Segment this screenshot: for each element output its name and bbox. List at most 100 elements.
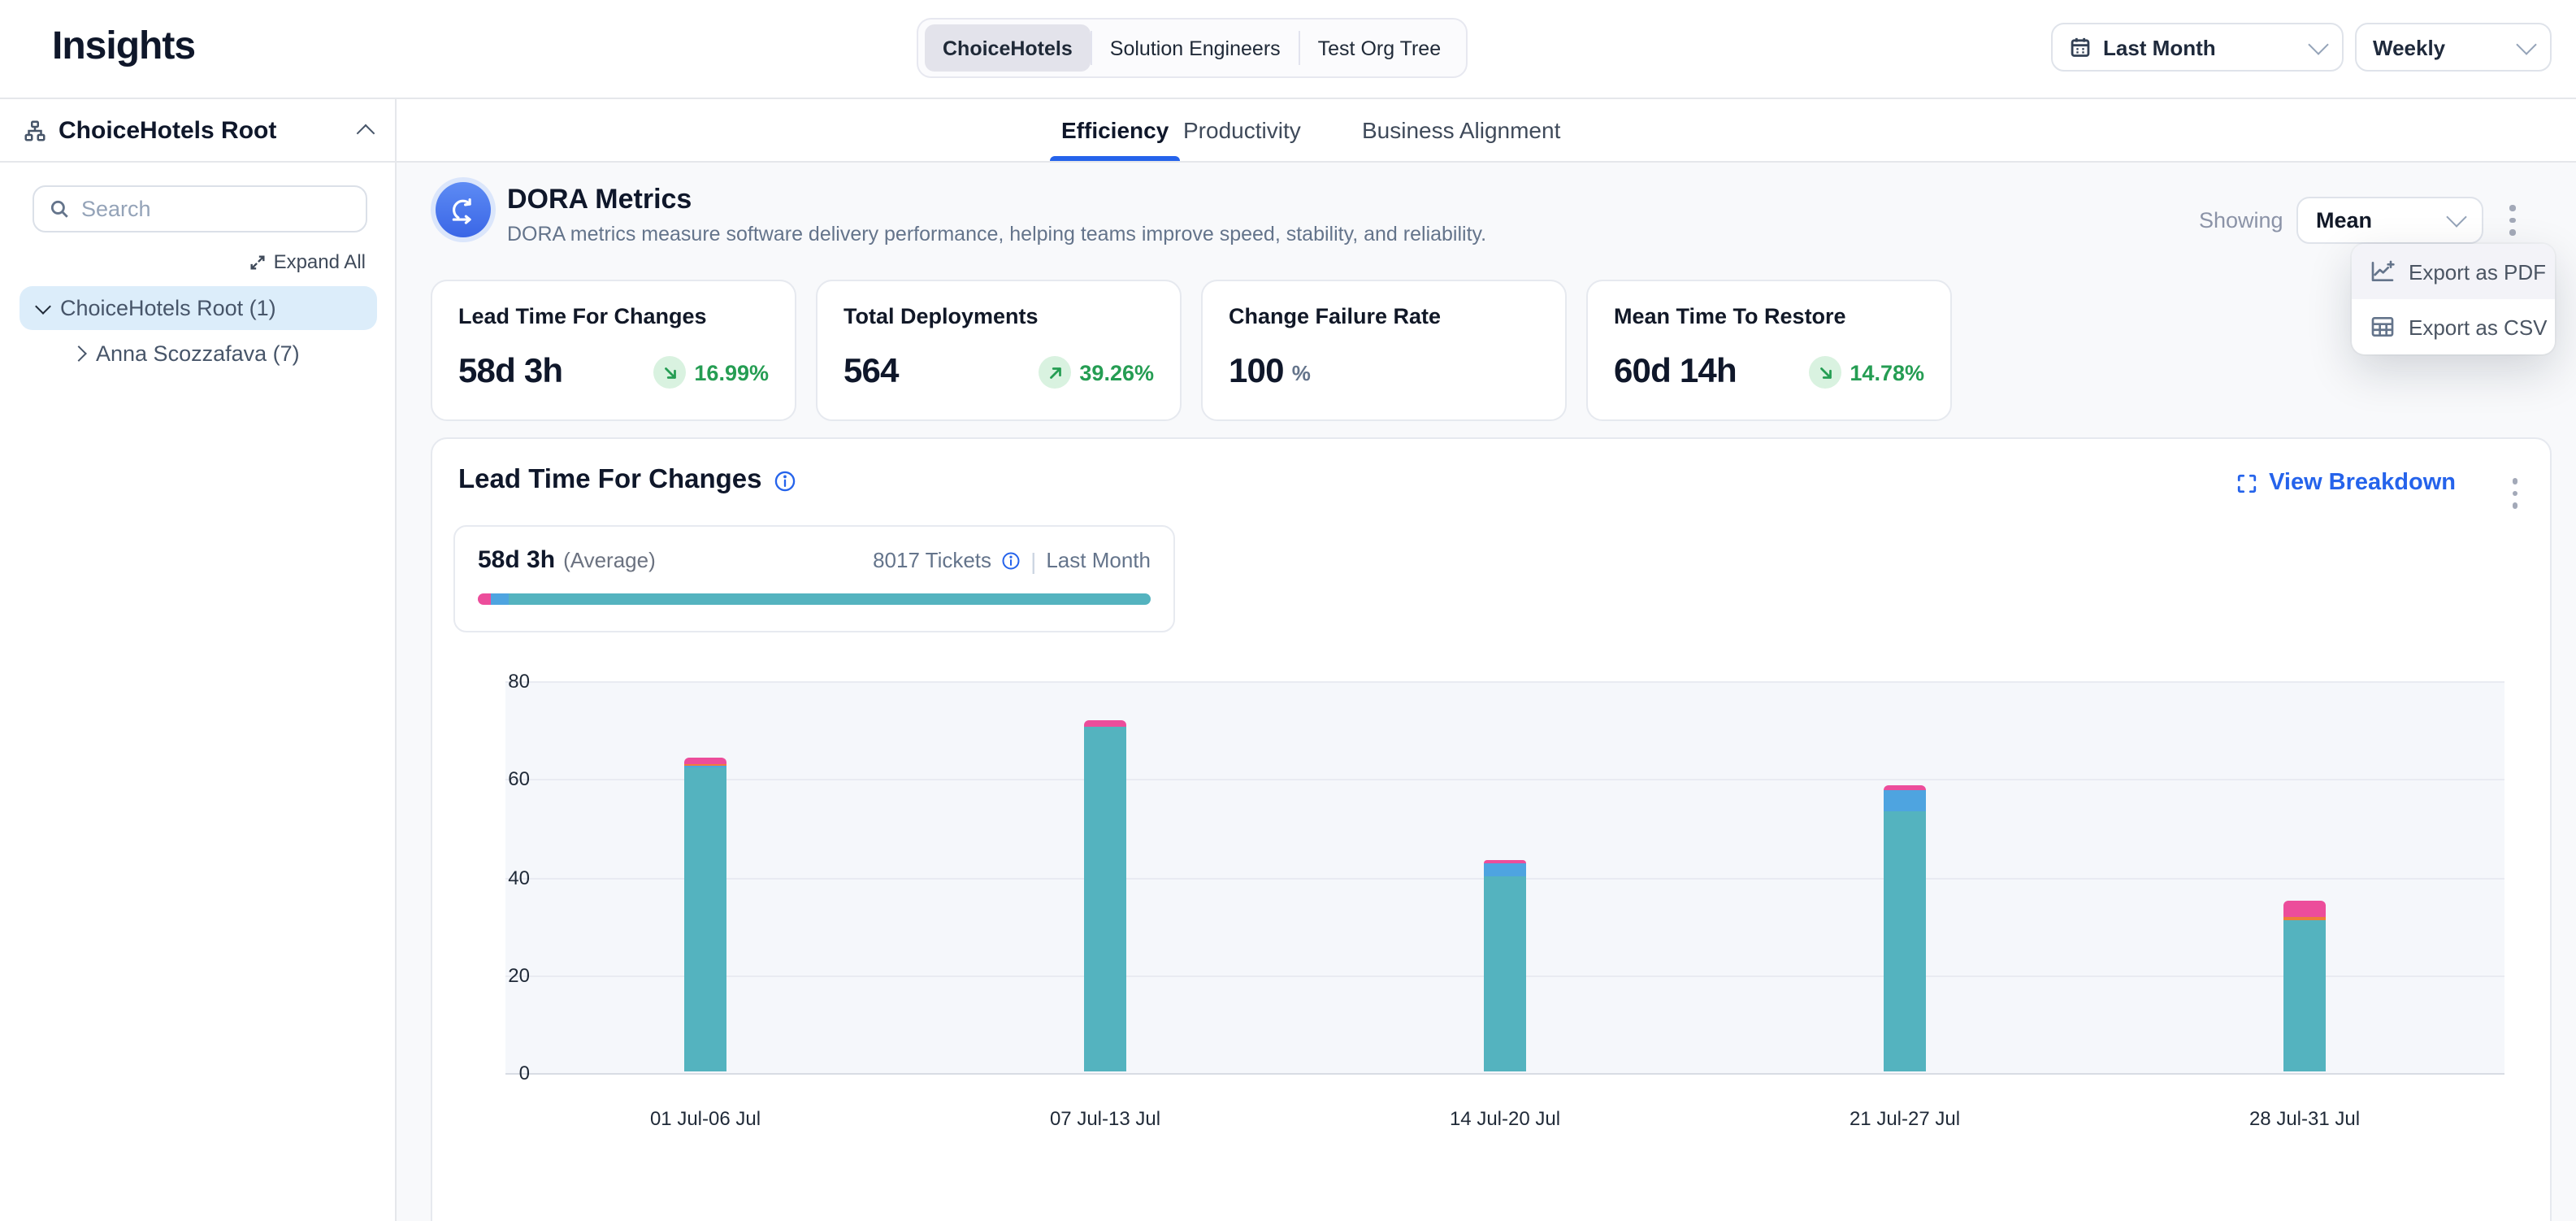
bar-segment-review — [1884, 790, 1926, 812]
table-icon — [2370, 314, 2396, 340]
granularity-dropdown[interactable]: Weekly — [2355, 23, 2552, 72]
y-axis-tick: 20 — [465, 964, 530, 987]
x-axis-label: 14 Jul-20 Jul — [1450, 1107, 1560, 1130]
metric-cards-row: Lead Time For Changes 58d 3h 16.99% Tota… — [431, 280, 1952, 421]
view-breakdown-button[interactable]: View Breakdown — [2236, 470, 2456, 496]
bar-segment-deployment — [1884, 812, 1926, 1071]
metric-card-mean-time-to-restore: Mean Time To Restore 60d 14h 14.78% — [1586, 280, 1952, 421]
chart-plot-wrap: 01 Jul-06 Jul07 Jul-13 Jul14 Jul-20 Jul2… — [432, 668, 2553, 1156]
bar-segment-deployment — [1084, 726, 1126, 1071]
bar-21-jul-27-jul[interactable] — [1884, 785, 1926, 1071]
view-breakdown-label: View Breakdown — [2269, 470, 2456, 496]
tree-item-label: Anna Scozzafava (7) — [96, 341, 300, 366]
aggregation-dropdown[interactable]: Mean — [2296, 197, 2483, 244]
trend-up-icon — [1039, 356, 1071, 389]
chart-menu-button[interactable] — [2505, 471, 2524, 515]
org-tab-test-org-tree[interactable]: Test Org Tree — [1300, 24, 1459, 72]
progress-segment-review — [492, 593, 509, 605]
date-range-dropdown[interactable]: Last Month — [2051, 23, 2344, 72]
tree-item-anna-scozzafava[interactable]: Anna Scozzafava (7) — [20, 332, 377, 376]
expand-all-label: Expand All — [274, 250, 366, 273]
metric-card-lead-time: Lead Time For Changes 58d 3h 16.99% — [431, 280, 796, 421]
bar-segment-planning — [1884, 785, 1926, 791]
metric-card-total-deployments: Total Deployments 564 39.26% — [816, 280, 1182, 421]
bar-segment-planning — [1084, 721, 1126, 727]
plot-area — [505, 681, 2504, 1073]
bar-segment-deployment — [1484, 876, 1526, 1071]
tree-item-choicehotels-root[interactable]: ChoiceHotels Root (1) — [20, 286, 377, 330]
calendar-icon — [2069, 36, 2092, 59]
bar-segment-deployment — [2283, 919, 2326, 1071]
tab-productivity[interactable]: Productivity — [1183, 99, 1301, 161]
menu-item-export-pdf[interactable]: Export as PDF — [2352, 244, 2555, 299]
x-axis-label: 01 Jul-06 Jul — [650, 1107, 761, 1130]
trend-badge: 39.26% — [1039, 356, 1154, 389]
bar-segment-planning — [2283, 901, 2326, 917]
progress-segment-deployment — [508, 593, 1151, 605]
bar-07-jul-13-jul[interactable] — [1084, 721, 1126, 1071]
trend-badge: 16.99% — [653, 356, 769, 389]
summary-qualifier: (Average) — [563, 548, 656, 572]
lead-time-chart-card: Lead Time For Changes View Breakdown — [431, 437, 2552, 1221]
bar-28-jul-31-jul[interactable] — [2283, 901, 2326, 1071]
x-axis-label: 21 Jul-27 Jul — [1850, 1107, 1960, 1130]
y-axis-tick: 0 — [465, 1062, 530, 1084]
gridline — [505, 681, 2504, 683]
x-axis-label: 28 Jul-31 Jul — [2249, 1107, 2360, 1130]
chevron-right-icon — [71, 345, 87, 362]
sidebar-header[interactable]: ChoiceHotels Root — [0, 99, 395, 163]
org-tree-sidebar: ChoiceHotels Root Expand All ChoiceHotel… — [0, 99, 397, 1221]
collapse-icon[interactable] — [357, 124, 375, 142]
date-range-value: Last Month — [2103, 35, 2216, 59]
menu-item-label: Export as PDF — [2409, 259, 2546, 284]
trend-value: 39.26% — [1079, 360, 1154, 385]
metric-title: Mean Time To Restore — [1614, 304, 1924, 328]
metric-value: 60d 14h — [1614, 353, 1737, 392]
info-icon[interactable] — [774, 469, 796, 492]
y-axis-tick: 80 — [465, 670, 530, 693]
metric-title: Lead Time For Changes — [458, 304, 769, 328]
metric-value: 564 — [843, 353, 899, 392]
top-bar: Insights ChoiceHotels Solution Engineers… — [0, 0, 2576, 99]
chart-title: Lead Time For Changes — [458, 465, 762, 496]
axis-line — [505, 1073, 2504, 1075]
org-tab-choicehotels[interactable]: ChoiceHotels — [925, 24, 1091, 72]
bar-segment-review — [1484, 863, 1526, 876]
section-menu-button[interactable] — [2503, 198, 2522, 241]
tab-efficiency[interactable]: Efficiency — [1061, 99, 1169, 161]
tree-item-label: ChoiceHotels Root (1) — [60, 296, 276, 320]
phase-progress-bar — [478, 593, 1151, 605]
expand-arrows-icon — [249, 253, 267, 271]
export-menu: Export as PDF Export as CSV — [2352, 244, 2555, 354]
chevron-down-icon — [35, 298, 51, 314]
metric-value: 100 — [1229, 353, 1284, 392]
separator: | — [1030, 547, 1036, 573]
trend-value: 16.99% — [694, 360, 769, 385]
trend-value: 14.78% — [1850, 360, 1924, 385]
info-icon[interactable] — [1001, 550, 1021, 570]
metric-card-change-failure-rate: Change Failure Rate 100 % — [1201, 280, 1567, 421]
trend-down-icon — [1809, 356, 1841, 389]
granularity-value: Weekly — [2373, 35, 2445, 59]
dora-cycle-icon — [431, 177, 496, 242]
search-input[interactable] — [81, 197, 351, 221]
tab-business-alignment[interactable]: Business Alignment — [1362, 99, 1560, 161]
org-tree-icon — [23, 118, 47, 142]
menu-item-export-csv[interactable]: Export as CSV — [2352, 299, 2555, 354]
expand-corners-icon — [2236, 472, 2257, 493]
expand-all-button[interactable]: Expand All — [249, 250, 366, 273]
bar-14-jul-20-jul[interactable] — [1484, 861, 1526, 1071]
metric-value: 58d 3h — [458, 353, 562, 392]
main-tabs: Efficiency Productivity Business Alignme… — [397, 99, 2576, 163]
section-description: DORA metrics measure software delivery p… — [507, 223, 1486, 246]
org-tab-solution-engineers[interactable]: Solution Engineers — [1092, 24, 1299, 72]
summary-value: 58d 3h — [478, 546, 555, 574]
section-title: DORA Metrics — [507, 184, 692, 216]
bar-segment-planning — [684, 758, 726, 765]
menu-item-label: Export as CSV — [2409, 315, 2548, 339]
metric-title: Total Deployments — [843, 304, 1154, 328]
aggregation-value: Mean — [2316, 208, 2449, 232]
chart-export-icon — [2370, 259, 2396, 285]
bar-01-jul-06-jul[interactable] — [684, 758, 726, 1071]
trend-badge: 14.78% — [1809, 356, 1924, 389]
